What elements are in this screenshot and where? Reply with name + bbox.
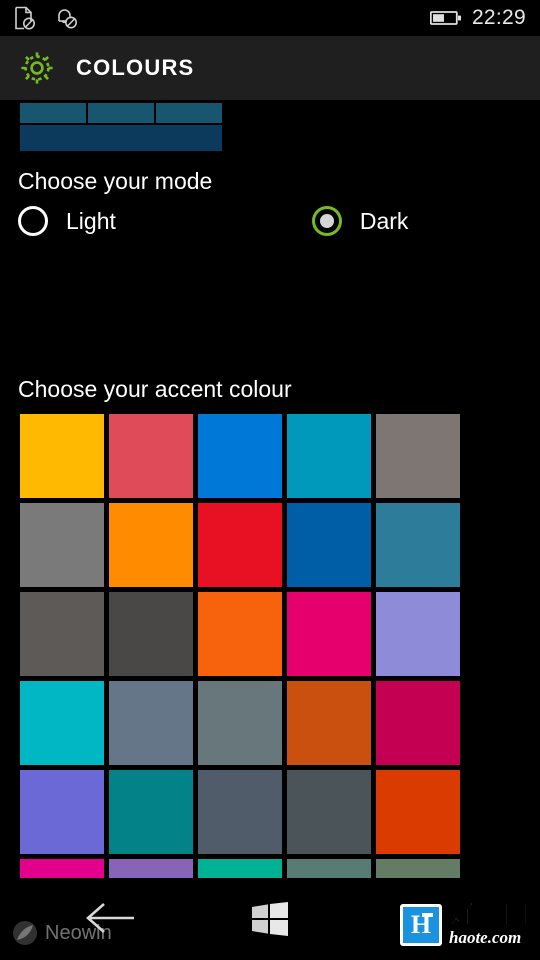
accent-swatch-pink-magenta[interactable] [287, 592, 371, 676]
radio-label-light: Light [66, 207, 116, 234]
haote-watermark: H 好特网 haote.com [399, 900, 530, 948]
accent-swatch-crimson[interactable] [376, 681, 460, 765]
accent-swatch-dark-slate[interactable] [287, 770, 371, 854]
radio-label-dark: Dark [359, 207, 409, 234]
accent-swatch-red-salmon[interactable] [109, 414, 193, 498]
battery-icon [429, 9, 462, 27]
status-bar-right: 22:29 [429, 6, 540, 30]
status-bar-left-icons [0, 6, 78, 30]
accent-swatch-slate[interactable] [198, 770, 282, 854]
accent-swatch-warm-grey[interactable] [376, 414, 460, 498]
preview-tile [156, 103, 222, 123]
accent-swatch-red[interactable] [198, 503, 282, 587]
accent-swatch-olive-green[interactable] [376, 859, 460, 878]
phone-screen: 22:29 COLOURS Choose your mode Light Dar… [0, 0, 540, 960]
haote-watermark-domain: haote.com [448, 928, 522, 948]
mode-section-title: Choose your mode [18, 168, 213, 194]
accent-swatch-indigo[interactable] [20, 770, 104, 854]
accent-colour-grid[interactable] [20, 414, 464, 878]
accent-swatch-darker-grey[interactable] [109, 592, 193, 676]
theme-preview-tiles [20, 103, 222, 151]
preview-small-tile-row [20, 103, 222, 123]
radio-option-dark[interactable]: Dark [311, 206, 409, 236]
accent-swatch-yellow-gold[interactable] [20, 414, 104, 498]
preview-tile [88, 103, 154, 123]
accent-swatch-blue-grey[interactable] [109, 681, 193, 765]
haote-watermark-text-group: 好特网 haote.com [448, 900, 530, 948]
accent-swatch-purple[interactable] [109, 859, 193, 878]
radio-dot-dark [319, 214, 334, 228]
accent-swatch-teal-cyan[interactable] [287, 414, 371, 498]
accent-swatch-sage-green[interactable] [287, 859, 371, 878]
radio-option-light[interactable]: Light [18, 206, 116, 236]
accent-swatch-burnt-orange[interactable] [287, 681, 371, 765]
accent-swatch-grey-teal[interactable] [198, 681, 282, 765]
accent-swatch-light-purple[interactable] [376, 592, 460, 676]
accent-swatch-dark-blue[interactable] [287, 503, 371, 587]
status-clock: 22:29 [471, 6, 526, 29]
accent-section-title: Choose your accent colour [18, 376, 292, 402]
notifications-off-icon [54, 6, 78, 30]
settings-gear-icon [18, 49, 56, 87]
preview-wide-tile [20, 125, 222, 151]
accent-swatch-orange[interactable] [109, 503, 193, 587]
haote-watermark-cn: 好特网 [448, 900, 530, 931]
windows-start-icon[interactable] [252, 902, 288, 936]
accent-swatch-grey[interactable] [20, 503, 104, 587]
accent-swatch-green-teal[interactable] [198, 859, 282, 878]
accent-swatch-cyan[interactable] [20, 681, 104, 765]
accent-swatch-magenta[interactable] [20, 859, 104, 878]
accent-swatch-red-orange[interactable] [376, 770, 460, 854]
system-nav-bar: Neowin H 好特网 haote.com [0, 878, 540, 960]
accent-swatch-dark-grey[interactable] [20, 592, 104, 676]
neowin-watermark: Neowin [12, 920, 112, 946]
accent-swatch-deep-teal[interactable] [109, 770, 193, 854]
radio-button-light[interactable] [18, 206, 48, 236]
accent-swatch-blue[interactable] [198, 414, 282, 498]
preview-tile [20, 103, 86, 123]
sim-disabled-icon [14, 6, 36, 30]
neowin-logo-icon [12, 920, 38, 946]
settings-scroll-area[interactable]: Choose your mode Light Dark Choose your … [0, 100, 540, 878]
accent-swatch-steel-blue[interactable] [376, 503, 460, 587]
page-title: COLOURS [76, 55, 195, 80]
page-header: COLOURS [0, 36, 540, 100]
mode-radio-group: Light Dark [18, 206, 498, 236]
accent-swatch-bright-orange[interactable] [198, 592, 282, 676]
haote-logo-icon: H [399, 904, 442, 946]
status-bar: 22:29 [0, 0, 540, 36]
radio-button-dark[interactable] [311, 206, 342, 236]
neowin-watermark-text: Neowin [45, 921, 112, 944]
